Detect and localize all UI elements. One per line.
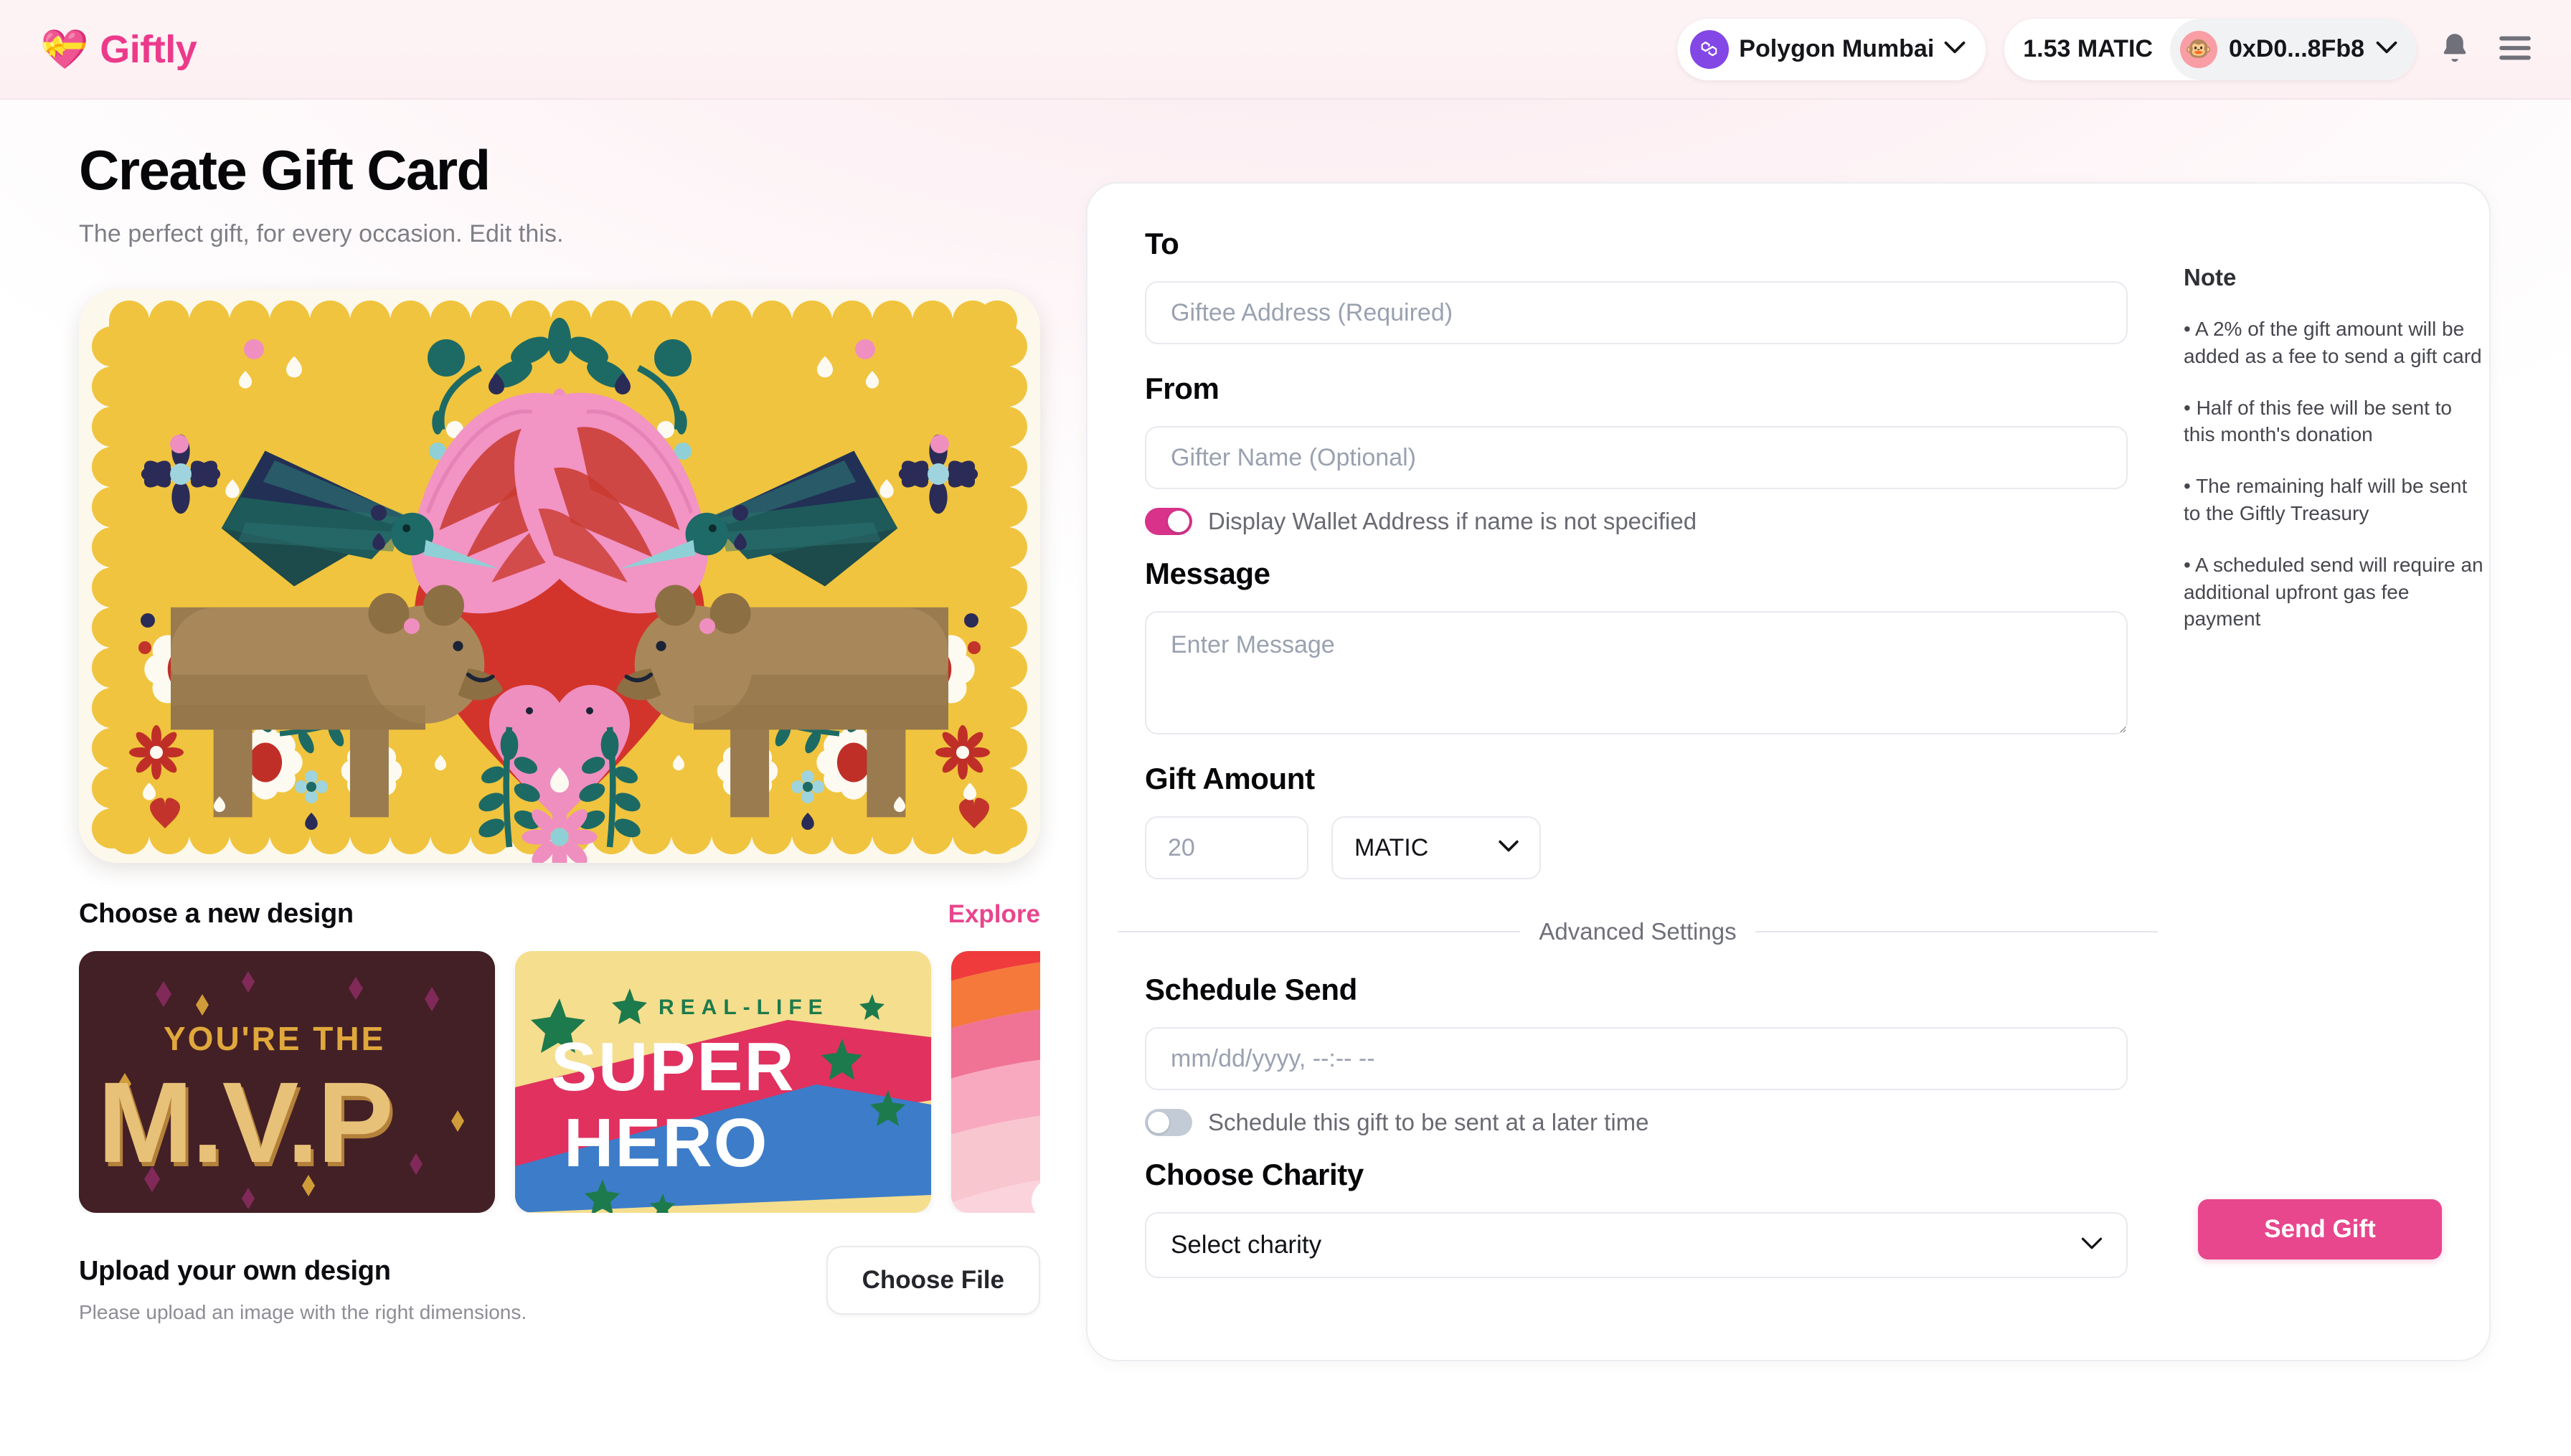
upload-heading: Upload your own design (79, 1255, 391, 1286)
wallet-chip[interactable]: 1.53 MATIC 🐵 0xD0...8Fb8 (2004, 18, 2416, 80)
gifter-name-input[interactable] (1145, 426, 2128, 489)
brand-logo[interactable]: 💝 Giftly (40, 27, 197, 72)
explore-link[interactable]: Explore (948, 900, 1040, 929)
divider-line-right (1755, 931, 2158, 932)
from-label: From (1145, 372, 1220, 405)
note-title: Note (2184, 264, 2237, 290)
note-item: • The remaining half will be sent to the… (2184, 475, 2468, 524)
folk-art-illustration (79, 288, 1040, 863)
currency-select[interactable]: MATIC (1331, 816, 1541, 879)
toggle-knob (1168, 511, 1189, 532)
left-column: Create Gift Card The perfect gift, for e… (79, 138, 1055, 1324)
superhero-card-art: REAL-LIFE SUPER HERO (515, 950, 931, 1213)
page-title: Create Gift Card (79, 138, 491, 202)
divider-line-left (1118, 931, 1521, 932)
svg-text:REAL-LIFE: REAL-LIFE (659, 996, 829, 1019)
gift-form: To From Display Wallet Address if name i… (1118, 227, 2158, 1278)
choose-charity-label: Choose Charity (1145, 1158, 1364, 1191)
chevron-down-icon (2080, 1237, 2103, 1254)
header-actions: Polygon Mumbai 1.53 MATIC 🐵 0xD0...8Fb8 (1677, 18, 2537, 80)
gift-amount-input[interactable] (1145, 816, 1308, 879)
design-thumb-amazing[interactable]: YOU AM (951, 950, 1040, 1213)
wallet-address-pill[interactable]: 🐵 0xD0...8Fb8 (2170, 18, 2416, 80)
message-textarea[interactable] (1145, 611, 2128, 734)
amazing-card-art: YOU AM (951, 950, 1040, 1213)
hamburger-menu-icon (2498, 34, 2532, 65)
upload-subtext: Please upload an image with the right di… (79, 1300, 527, 1323)
charity-select[interactable]: Select charity (1145, 1212, 2128, 1278)
gift-form-card: To From Display Wallet Address if name i… (1086, 182, 2491, 1361)
chevron-down-icon (1498, 839, 1519, 856)
schedule-send-label: Schedule Send (1145, 973, 1357, 1006)
upload-section: Upload your own design Please upload an … (79, 1245, 1040, 1324)
message-label: Message (1145, 557, 1270, 590)
display-wallet-toggle-label: Display Wallet Address if name is not sp… (1208, 508, 1697, 534)
send-gift-button[interactable]: Send Gift (2198, 1199, 2442, 1259)
note-panel: Note • A 2% of the gift amount will be a… (2184, 264, 2485, 633)
note-item: • A 2% of the gift amount will be added … (2184, 318, 2482, 367)
designs-heading: Choose a new design (79, 898, 354, 929)
gift-amount-row: MATIC (1145, 816, 2128, 879)
gift-card-preview[interactable] (79, 288, 1040, 863)
note-item: • A scheduled send will require an addit… (2184, 553, 2483, 630)
schedule-send-toggle[interactable] (1145, 1109, 1192, 1136)
gift-heart-icon: 💝 (40, 27, 89, 71)
mvp-card-art: YOU'RE THE M.V.P M.V.P (79, 950, 495, 1213)
svg-text:SUPER: SUPER (551, 1029, 796, 1105)
wallet-balance: 1.53 MATIC (2023, 35, 2153, 62)
wallet-address: 0xD0...8Fb8 (2229, 35, 2364, 62)
upload-text-block: Upload your own design Please upload an … (79, 1256, 527, 1324)
schedule-toggle-row: Schedule this gift to be sent at a later… (1145, 1109, 2128, 1136)
avatar: 🐵 (2180, 30, 2218, 68)
app-root: 💝 Giftly Polygon Mumbai 1.53 MATIC 🐵 0xD… (0, 0, 2571, 1456)
design-thumb-superhero[interactable]: REAL-LIFE SUPER HERO (515, 950, 931, 1213)
advanced-settings-divider: Advanced Settings (1118, 918, 2158, 945)
network-selector[interactable]: Polygon Mumbai (1677, 18, 1986, 80)
charity-selected-value: Select charity (1171, 1231, 1322, 1259)
network-label: Polygon Mumbai (1739, 35, 1935, 62)
to-label: To (1145, 227, 1179, 260)
svg-text:YOU'RE THE: YOU'RE THE (164, 1020, 385, 1057)
chevron-down-icon (2376, 40, 2397, 58)
giftee-address-input[interactable] (1145, 281, 2128, 344)
notifications-button[interactable] (2435, 27, 2475, 72)
choose-file-button[interactable]: Choose File (826, 1245, 1040, 1315)
gift-amount-label: Gift Amount (1145, 762, 1315, 795)
brand-name: Giftly (100, 27, 197, 71)
display-wallet-toggle[interactable] (1145, 508, 1192, 535)
schedule-toggle-label: Schedule this gift to be sent at a later… (1208, 1109, 1649, 1135)
polygon-logo-icon (1690, 29, 1730, 69)
bell-icon (2439, 31, 2471, 67)
display-wallet-toggle-row: Display Wallet Address if name is not sp… (1145, 508, 2128, 535)
designs-header: Choose a new design Explore (79, 899, 1040, 930)
page-subtitle: The perfect gift, for every occasion. Ed… (79, 219, 564, 247)
note-item: • Half of this fee will be sent to this … (2184, 396, 2452, 446)
currency-selected-value: MATIC (1354, 833, 1429, 861)
svg-text:M.V.P: M.V.P (98, 1058, 392, 1186)
hamburger-menu-button[interactable] (2494, 29, 2537, 69)
design-thumb-mvp[interactable]: YOU'RE THE M.V.P M.V.P (79, 950, 495, 1213)
app-header: 💝 Giftly Polygon Mumbai 1.53 MATIC 🐵 0xD… (0, 0, 2571, 100)
design-thumbnail-list: YOU'RE THE M.V.P M.V.P REAL-LIFE SUPER H… (79, 950, 1040, 1213)
schedule-datetime-input[interactable] (1145, 1027, 2128, 1090)
toggle-knob (1148, 1112, 1169, 1133)
svg-text:HERO: HERO (564, 1105, 768, 1181)
chevron-down-icon (1944, 40, 1966, 58)
advanced-settings-label: Advanced Settings (1539, 918, 1737, 945)
